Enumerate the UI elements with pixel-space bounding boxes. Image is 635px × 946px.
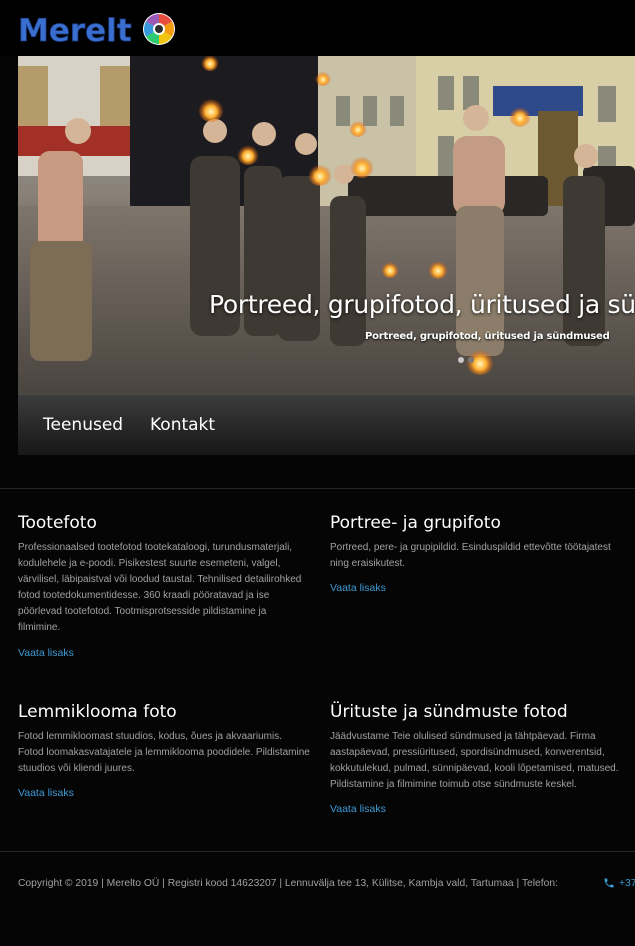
service-more-link[interactable]: Vaata lisaks bbox=[18, 787, 310, 799]
service-portree: Portree- ja grupifoto Portreed, pere- ja… bbox=[330, 513, 622, 594]
section-divider bbox=[0, 488, 635, 489]
service-description: Fotod lemmikloomast stuudios, kodus, õue… bbox=[18, 731, 310, 775]
nav-link-kontakt[interactable]: Kontakt bbox=[150, 415, 215, 435]
service-title: Portree- ja grupifoto bbox=[330, 513, 501, 533]
service-more-link[interactable]: Vaata lisaks bbox=[330, 582, 622, 594]
footer-divider bbox=[0, 851, 635, 852]
camera-aperture-icon bbox=[143, 13, 175, 45]
service-more-link[interactable]: Vaata lisaks bbox=[18, 647, 310, 659]
service-description: Portreed, pere- ja grupipildid. Esindusp… bbox=[330, 542, 611, 570]
site-logo[interactable]: Merelt bbox=[18, 8, 178, 50]
hero-title: Portreed, grupifotod, üritused ja sündmu… bbox=[209, 290, 635, 319]
slider-dot-2[interactable] bbox=[468, 357, 474, 363]
main-nav: Teenused Kontakt bbox=[18, 394, 635, 455]
hero-slider[interactable]: Portreed, grupifotod, üritused ja sündmu… bbox=[18, 56, 635, 394]
footer-copyright: Copyright © 2019 | Merelto OÜ | Registri… bbox=[18, 878, 558, 889]
footer-phone-link[interactable]: +37 bbox=[619, 878, 635, 889]
logo-text: Merelt bbox=[18, 13, 132, 49]
service-more-link[interactable]: Vaata lisaks bbox=[330, 803, 622, 815]
nav-link-teenused[interactable]: Teenused bbox=[43, 415, 123, 435]
phone-icon bbox=[604, 878, 614, 888]
service-title: Lemmiklooma foto bbox=[18, 702, 177, 722]
slider-dot-1[interactable] bbox=[458, 357, 464, 363]
service-uritused: Ürituste ja sündmuste fotod Jäädvustame … bbox=[330, 702, 622, 815]
hero-photo bbox=[18, 56, 635, 394]
service-lemmikloom: Lemmiklooma foto Fotod lemmikloomast stu… bbox=[18, 702, 310, 799]
service-title: Ürituste ja sündmuste fotod bbox=[330, 702, 568, 722]
service-tootefoto: Tootefoto Professionaalsed tootefotod to… bbox=[18, 513, 310, 659]
service-description: Jäädvustame Teie olulised sündmused ja t… bbox=[330, 731, 619, 791]
site-header: Merelt bbox=[0, 0, 635, 56]
service-title: Tootefoto bbox=[18, 513, 97, 533]
service-description: Professionaalsed tootefotod tootekataloo… bbox=[18, 542, 302, 634]
hero-subtitle: Portreed, grupifotod, üritused ja sündmu… bbox=[365, 331, 610, 342]
